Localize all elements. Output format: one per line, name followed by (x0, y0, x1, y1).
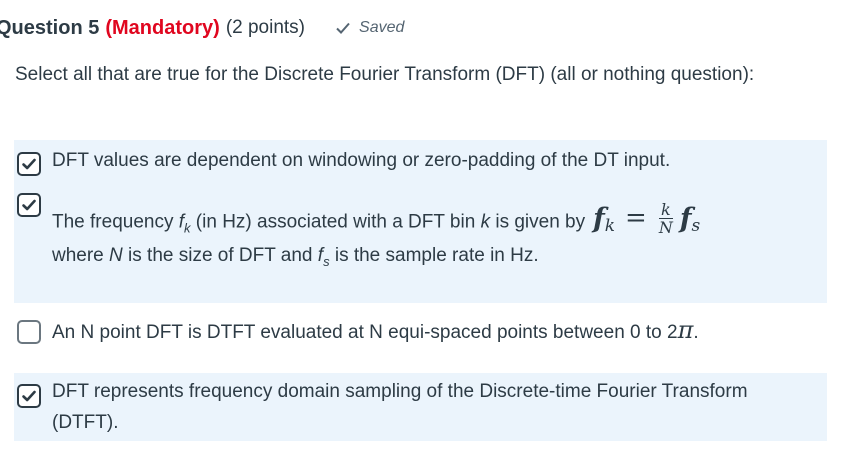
formula-lhs-subscript: k (604, 216, 616, 236)
option-3-text: An N point DFT is DTFT evaluated at N eq… (52, 315, 699, 348)
quiz-question: Question 5 (Mandatory) (2 points) Saved … (0, 0, 850, 453)
answer-option-2[interactable]: The frequency fk (in Hz) associated with… (14, 188, 827, 303)
saved-text: Saved (359, 19, 405, 36)
checkmark-icon (22, 390, 36, 402)
option-3-text-main: An N point DFT is DTFT evaluated at N eq… (52, 322, 678, 343)
option-4-text: DFT represents frequency domain sampling… (52, 381, 748, 433)
mandatory-label: (Mandatory) (105, 16, 220, 39)
answer-option-3[interactable]: An N point DFT is DTFT evaluated at N eq… (14, 303, 827, 361)
n-symbol: N (109, 245, 123, 266)
formula-fraction: kN (657, 201, 675, 236)
check-icon (336, 22, 350, 34)
option-2-text-b: (in Hz) associated with a DFT bin (190, 211, 481, 233)
frequency-formula: f k = k Nf s (593, 201, 700, 236)
option-3-checkbox[interactable] (17, 320, 41, 344)
option-2-line-2: where N is the size of DFT and fs is the… (52, 240, 539, 277)
saved-status: Saved (335, 19, 404, 37)
formula-rhs-subscript: s (691, 216, 701, 236)
k-symbol: k (480, 211, 491, 233)
formula-numerator: k (658, 200, 673, 219)
option-1-text: DFT values are dependent on windowing or… (52, 150, 671, 171)
answer-option-4[interactable]: DFT represents frequency domain sampling… (14, 373, 827, 441)
option-2-text-a: The frequency (52, 211, 179, 233)
formula-lhs: f (593, 203, 605, 234)
option-2-text-e: is the size of DFT and (122, 245, 318, 266)
question-title: Question 5 (0, 16, 100, 39)
answer-option-1[interactable]: DFT values are dependent on windowing or… (14, 140, 827, 188)
option-2-line-1: The frequency fk (in Hz) associated with… (52, 201, 700, 243)
question-header: Question 5 (Mandatory) (2 points) Saved (0, 14, 404, 42)
option-2-text-c: is given by (490, 211, 586, 233)
formula-equals: = (625, 203, 647, 233)
checkmark-icon (22, 158, 36, 170)
checkmark-icon (22, 199, 36, 211)
formula-rhs: f (679, 203, 692, 234)
formula-denominator: N (658, 218, 673, 237)
option-2-text-d: where (52, 245, 110, 266)
pi-symbol: π (677, 316, 694, 344)
option-3-text-end: . (693, 322, 699, 343)
question-prompt: Select all that are true for the Discret… (15, 64, 755, 85)
option-2-checkbox[interactable] (17, 193, 41, 217)
points-label: (2 points) (225, 17, 306, 38)
option-4-checkbox[interactable] (17, 384, 41, 408)
option-2-text-f: is the sample rate in Hz. (329, 245, 539, 266)
option-1-checkbox[interactable] (17, 152, 41, 176)
